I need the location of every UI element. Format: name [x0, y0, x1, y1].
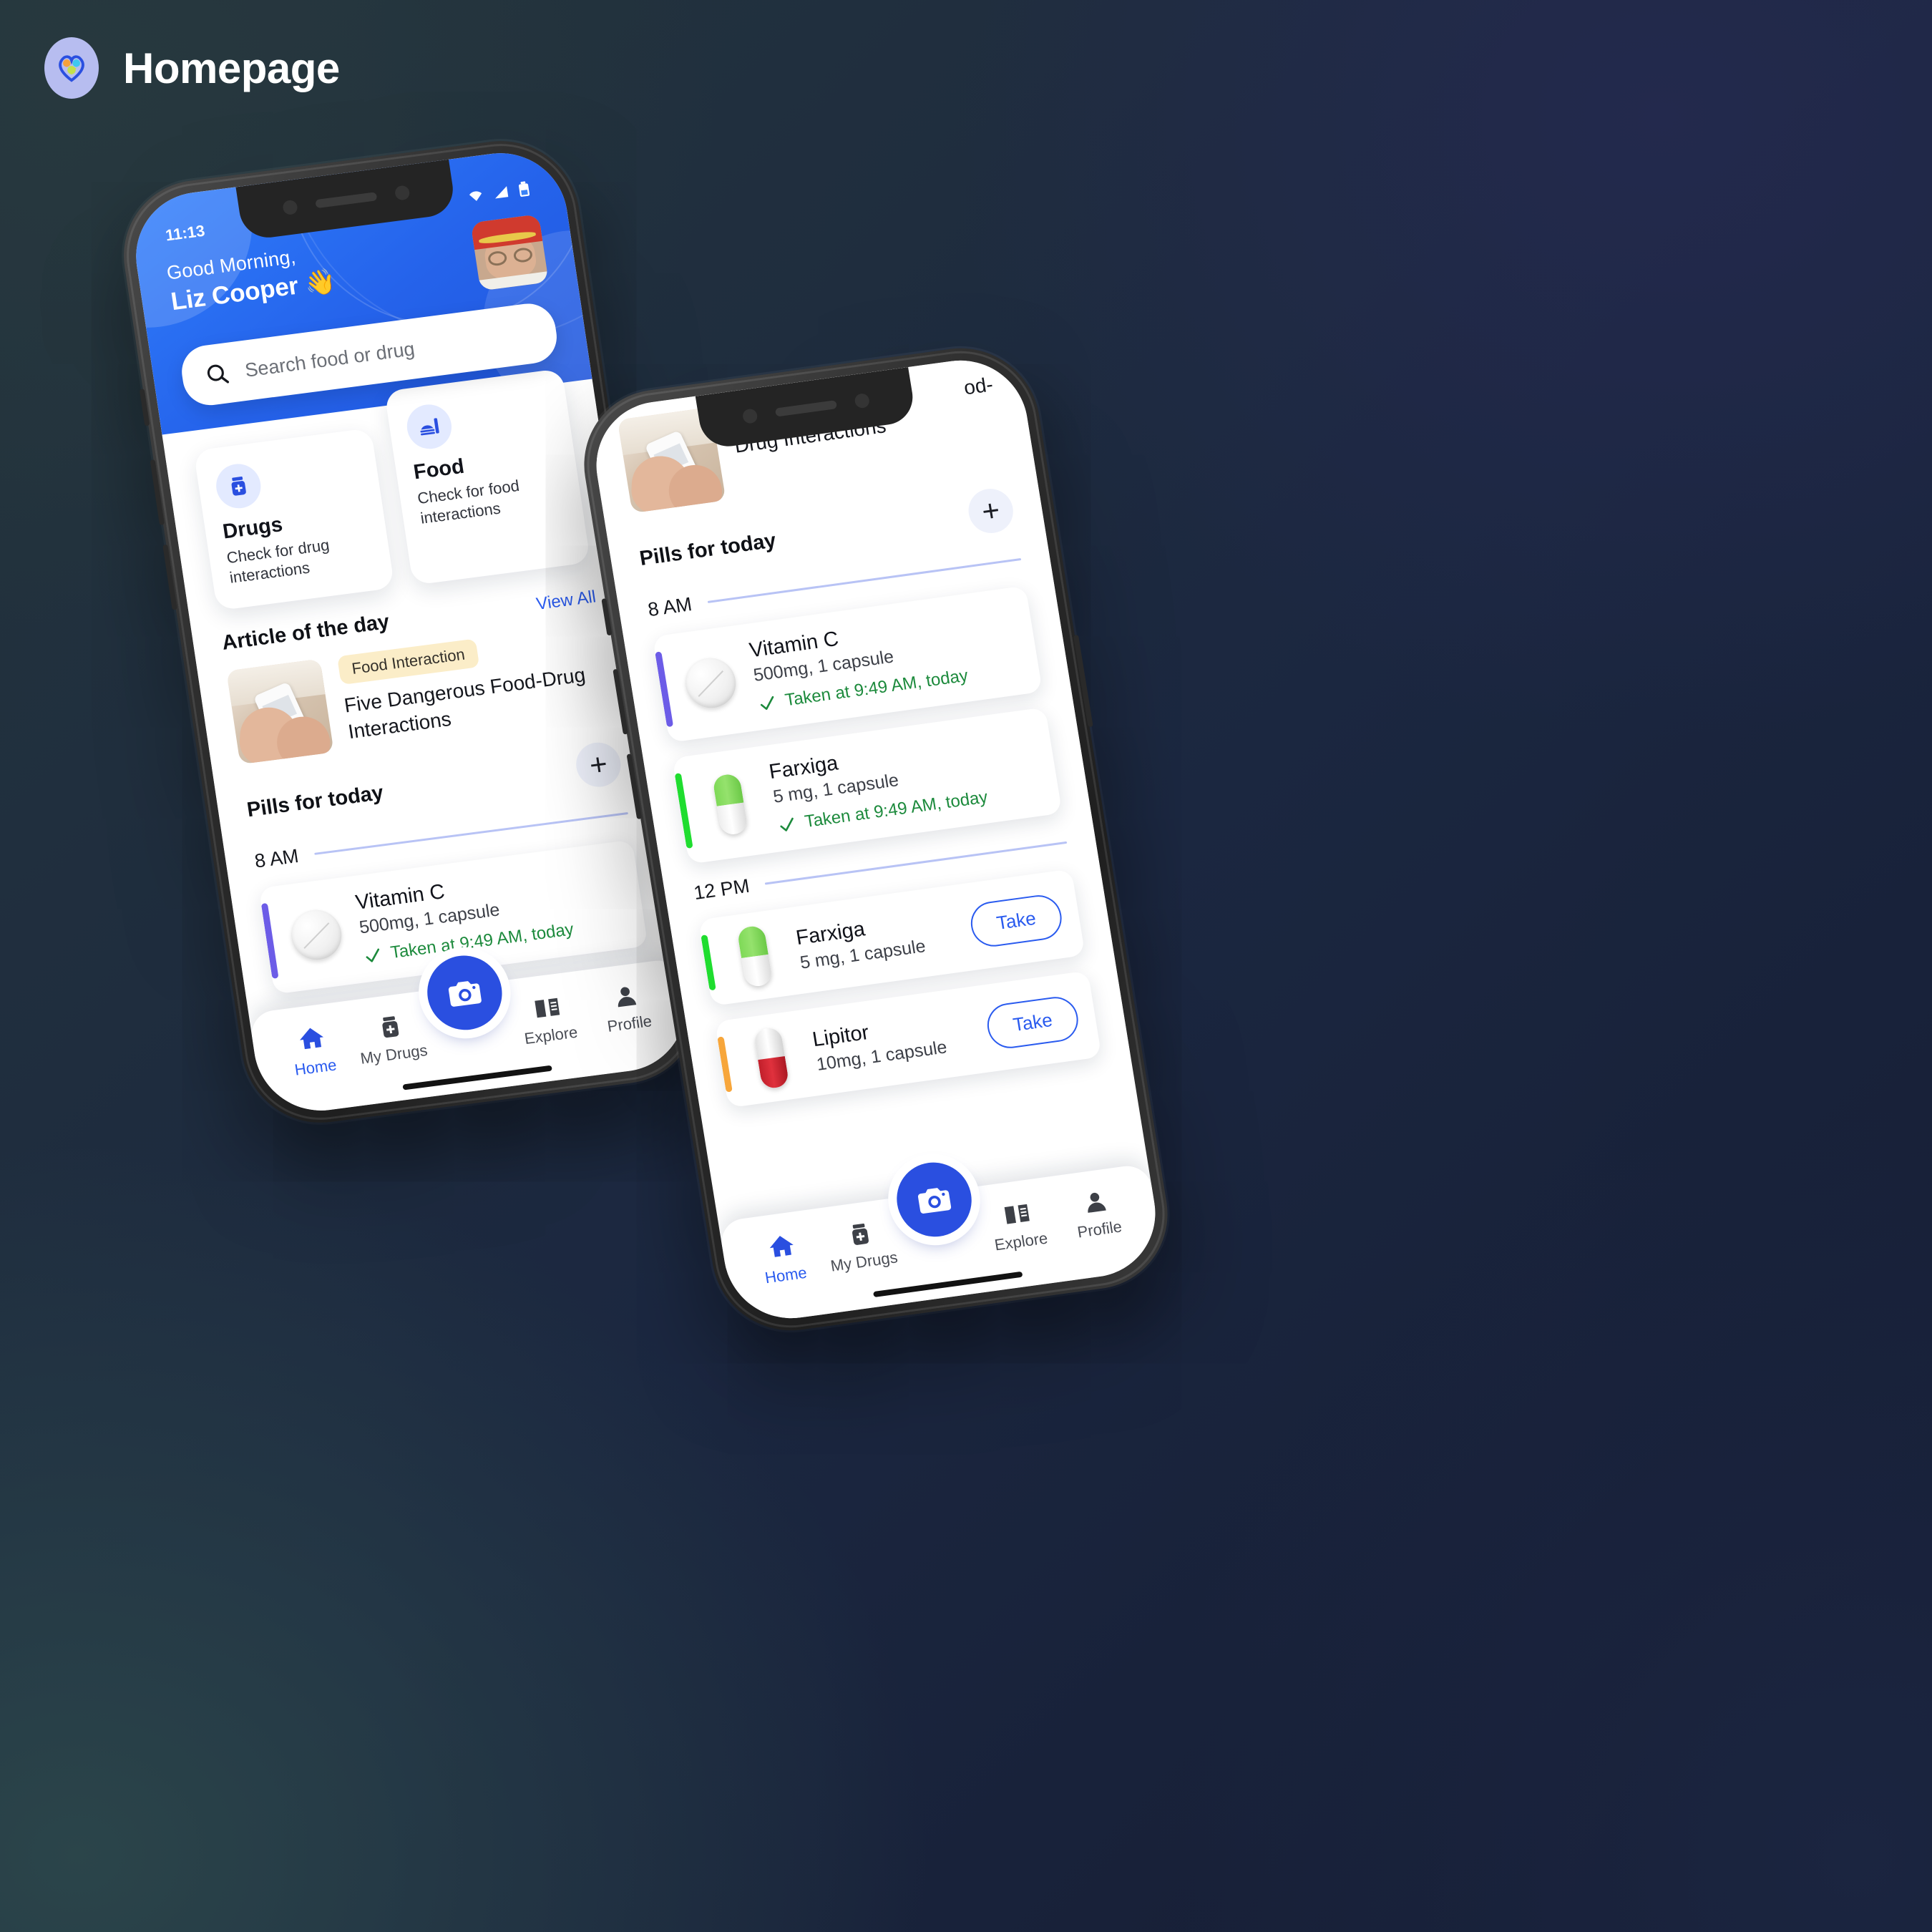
nav-item-my-drugs[interactable]: My Drugs	[350, 1010, 434, 1069]
nav-item-profile[interactable]: Profile	[1055, 1184, 1139, 1244]
pill-accent-bar	[655, 651, 674, 728]
nav-item-my-drugs[interactable]: My Drugs	[819, 1216, 904, 1277]
view-all-link[interactable]: View All	[535, 587, 597, 614]
nav-label: My Drugs	[358, 1040, 429, 1068]
pill-bottle-icon	[213, 461, 264, 512]
article-thumbnail	[226, 658, 334, 765]
avatar[interactable]	[470, 214, 549, 291]
check-icon	[760, 696, 774, 710]
brand-header: Homepage	[44, 37, 340, 99]
pill-bottle-icon	[381, 1016, 399, 1038]
pill-accent-bar	[701, 935, 716, 991]
check-icon	[366, 948, 380, 962]
pill-accent-bar	[674, 773, 693, 849]
book-icon	[1004, 1204, 1030, 1224]
nav-label: Profile	[1075, 1217, 1123, 1241]
pill-bottle-icon	[852, 1224, 869, 1245]
nav-item-home[interactable]: Home	[741, 1227, 826, 1290]
nav-item-explore[interactable]: Explore	[976, 1195, 1061, 1257]
camera-icon	[918, 1188, 952, 1214]
add-pill-button[interactable]: +	[965, 486, 1017, 536]
app-logo-icon	[44, 37, 99, 99]
nav-label: Explore	[523, 1023, 579, 1048]
camera-fab-button[interactable]	[891, 1158, 977, 1241]
nav-item-profile[interactable]: Profile	[585, 979, 669, 1038]
feature-card-drugs[interactable]: Drugs Check for drug interactions	[193, 427, 395, 611]
pill-accent-bar	[260, 902, 279, 979]
pill-accent-bar	[717, 1036, 733, 1093]
wifi-icon	[469, 191, 482, 201]
nav-label: Home	[293, 1055, 338, 1079]
search-icon	[207, 364, 230, 384]
check-icon	[780, 817, 794, 831]
nav-label: Profile	[606, 1012, 653, 1035]
home-icon	[769, 1236, 794, 1257]
feature-card-food[interactable]: Food Check for food interactions	[384, 368, 591, 586]
home-icon	[299, 1028, 323, 1050]
time-label: 8 AM	[646, 593, 694, 621]
camera-icon	[448, 981, 482, 1007]
battery-icon	[518, 181, 530, 197]
nav-label: Home	[763, 1263, 809, 1287]
feature-cards: Drugs Check for drug interactions Food C…	[193, 368, 591, 611]
person-icon	[1087, 1192, 1106, 1213]
nav-label: My Drugs	[829, 1248, 899, 1275]
status-time: 11:13	[164, 221, 206, 245]
nav-item-home[interactable]: Home	[270, 1020, 355, 1082]
take-button[interactable]: Take	[967, 892, 1065, 950]
nav-item-explore[interactable]: Explore	[507, 989, 591, 1050]
book-icon	[534, 997, 560, 1018]
home-indicator	[873, 1271, 1023, 1298]
capsule-icon	[698, 773, 763, 836]
search-placeholder: Search food or drug	[243, 337, 416, 381]
page-title: Homepage	[123, 44, 340, 92]
time-label: 8 AM	[253, 844, 301, 872]
home-indicator	[402, 1065, 552, 1091]
section-title-pills: Pills for today	[245, 781, 385, 821]
section-title-article: Article of the day	[220, 610, 391, 655]
food-tray-icon	[404, 401, 455, 452]
section-title-pills: Pills for today	[638, 528, 778, 570]
cellular-icon	[495, 186, 509, 199]
person-icon	[618, 987, 636, 1008]
capsule-icon	[739, 1026, 804, 1090]
time-label: 12 PM	[692, 874, 751, 904]
tablet-icon	[285, 904, 348, 966]
capsule-icon	[723, 924, 787, 988]
take-button[interactable]: Take	[984, 993, 1082, 1051]
tablet-icon	[678, 652, 743, 715]
nav-label: Explore	[992, 1229, 1049, 1254]
add-pill-button[interactable]: +	[573, 740, 624, 790]
